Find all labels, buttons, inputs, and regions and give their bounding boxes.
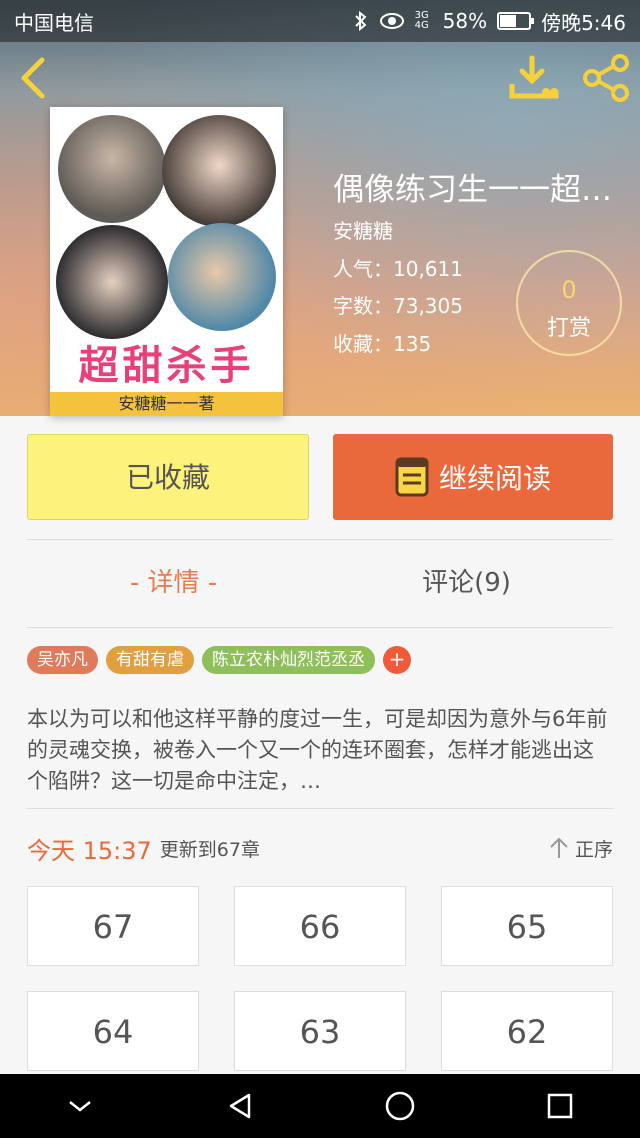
cover-photo	[58, 115, 166, 223]
chapter-button[interactable]: 63	[234, 991, 406, 1071]
status-bar: 中国电信 3G 4G 58% 傍晚5:46	[0, 0, 640, 42]
chevron-down-icon	[69, 1101, 91, 1112]
share-button[interactable]	[580, 54, 632, 102]
share-icon	[583, 54, 629, 102]
bluetooth-icon	[354, 10, 367, 32]
navigation-bar	[0, 1074, 640, 1138]
book-title: 偶像练习生一一超甜杀手	[333, 172, 633, 208]
square-recents-icon	[547, 1093, 573, 1119]
update-text: 更新到67章	[159, 838, 260, 861]
chapter-button[interactable]: 67	[27, 886, 199, 966]
update-row: 今天 15:37 更新到67章 正序	[27, 830, 613, 866]
reward-label: 打赏	[546, 316, 591, 341]
popularity-stat: 人气：10,611	[333, 257, 463, 281]
network-type-label: 3G 4G	[414, 10, 429, 31]
tab-detail[interactable]: - 详情 -	[27, 562, 320, 599]
book-author[interactable]: 安糖糖	[333, 215, 393, 244]
battery-level	[500, 15, 517, 27]
reward-count: 0	[561, 276, 577, 304]
collected-button[interactable]: 已收藏	[27, 434, 309, 520]
divider	[27, 627, 613, 628]
cover-photo	[56, 225, 168, 339]
cover-photo	[162, 115, 276, 227]
word-count-stat: 字数：73,305	[333, 294, 463, 318]
chapter-button[interactable]: 65	[441, 886, 613, 966]
hide-nav-button[interactable]	[60, 1086, 100, 1126]
sort-button[interactable]: 正序	[549, 835, 613, 862]
download-icon	[509, 55, 559, 99]
tag-list: 吴亦凡 有甜有虐 陈立农朴灿烈范丞丞 +	[27, 646, 411, 674]
battery-percent: 58%	[442, 9, 488, 33]
eye-icon	[379, 13, 404, 29]
divider	[27, 539, 613, 540]
chapter-button[interactable]: 66	[234, 886, 406, 966]
reward-button[interactable]: 0 打赏	[516, 250, 622, 356]
divider	[27, 808, 613, 809]
cover-photo	[168, 223, 276, 331]
nav-home-button[interactable]	[380, 1086, 420, 1126]
carrier-name: 中国电信	[14, 10, 94, 35]
tag-item[interactable]: 吴亦凡	[27, 646, 98, 674]
clock: 傍晚5:46	[541, 10, 626, 35]
battery-icon	[497, 12, 535, 30]
book-icon	[395, 457, 429, 497]
add-tag-button[interactable]: +	[383, 646, 411, 674]
cover-author: 安糖糖一一著	[50, 392, 283, 416]
chapter-button[interactable]: 62	[441, 991, 613, 1071]
arrow-up-icon	[550, 837, 568, 858]
back-button[interactable]	[14, 54, 54, 102]
chevron-left-icon	[21, 57, 45, 99]
book-detail-screen: 中国电信 3G 4G 58% 傍晚5:46 超甜杀手 安糖糖一一著 偶像练习生一…	[0, 0, 640, 1138]
book-description[interactable]: 本以为可以和他这样平静的度过一生，可是却因为意外与6年前的灵魂交换，被卷入一个又…	[27, 704, 613, 797]
circle-home-icon	[385, 1091, 415, 1121]
chapter-button[interactable]: 64	[27, 991, 199, 1071]
tag-item[interactable]: 陈立农朴灿烈范丞丞	[202, 646, 375, 674]
favorites-stat: 收藏：135	[333, 332, 432, 356]
nav-back-button[interactable]	[220, 1086, 260, 1126]
nav-recents-button[interactable]	[540, 1086, 580, 1126]
triangle-back-icon	[229, 1093, 251, 1119]
cover-title: 超甜杀手	[78, 343, 255, 389]
book-cover[interactable]: 超甜杀手 安糖糖一一著	[50, 107, 283, 416]
update-time: 今天 15:37	[27, 836, 152, 865]
tag-item[interactable]: 有甜有虐	[106, 646, 194, 674]
continue-reading-button[interactable]: 继续阅读	[333, 434, 613, 520]
download-button[interactable]	[508, 54, 560, 102]
sort-label: 正序	[574, 838, 613, 861]
continue-reading-label: 继续阅读	[438, 462, 551, 495]
tab-comments[interactable]: 评论(9)	[320, 562, 613, 599]
